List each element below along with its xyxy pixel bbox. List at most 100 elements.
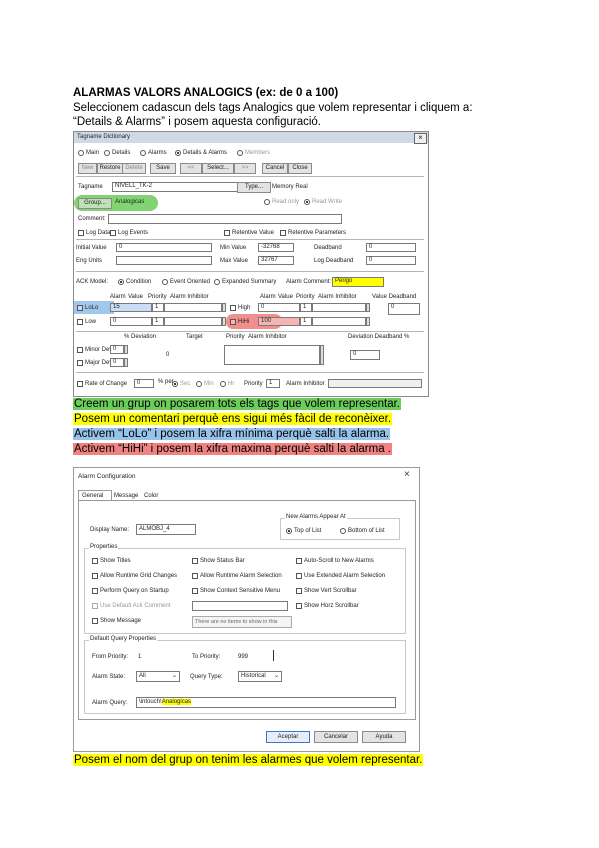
ok-button[interactable]: Aceptar — [266, 731, 310, 743]
tab-color[interactable]: Color — [144, 493, 158, 500]
cancel-button[interactable]: Cancel — [262, 163, 288, 174]
deviation-priority-box[interactable] — [224, 345, 320, 365]
radio-details-alarms[interactable] — [175, 150, 181, 156]
top-of-list-radio[interactable] — [286, 528, 292, 534]
allow-alarm-selection-check[interactable] — [192, 573, 198, 579]
initial-value-field[interactable]: 0 — [116, 243, 212, 252]
new-button[interactable]: New — [78, 163, 97, 174]
prev-button[interactable]: << — [180, 163, 202, 174]
log-events-check[interactable] — [110, 230, 116, 236]
major-deviation-check[interactable] — [77, 360, 83, 366]
help-button[interactable]: Ayuda — [362, 731, 406, 743]
note-green: Creem un grup on posarem tots els tags q… — [73, 398, 402, 410]
deviation-deadband-field[interactable]: 0 — [350, 350, 380, 360]
radio-alarms[interactable] — [140, 150, 146, 156]
default-ack-check[interactable] — [92, 603, 98, 609]
ack-condition-radio[interactable] — [118, 279, 124, 285]
alarm-query-field[interactable]: \intouch!Analogicas — [136, 697, 396, 708]
delete-button[interactable]: Delete — [122, 163, 146, 174]
query-startup-check[interactable] — [92, 588, 98, 594]
ack-event-radio[interactable] — [162, 279, 168, 285]
min-value-field[interactable]: -32768 — [258, 243, 294, 252]
retentive-params-check[interactable] — [280, 230, 286, 236]
roc-sec-radio[interactable] — [172, 381, 178, 387]
lolo-priority-field[interactable]: 1 — [152, 303, 164, 312]
radio-details[interactable] — [104, 150, 110, 156]
ack-comment-field[interactable] — [192, 601, 288, 611]
hihi-value-field[interactable]: 100 — [258, 317, 300, 326]
radio-alarms-label: Alarms — [148, 150, 167, 156]
roc-min-radio[interactable] — [196, 381, 202, 387]
alarm-state-select[interactable]: All ⌄ — [136, 671, 180, 682]
retentive-value-check[interactable] — [224, 230, 230, 236]
high-priority-field[interactable]: 1 — [300, 303, 312, 312]
next-button[interactable]: >> — [234, 163, 256, 174]
low-priority-field[interactable]: 1 — [152, 317, 164, 326]
roc-priority-field[interactable]: 1 — [266, 379, 280, 388]
max-value-field[interactable]: 32767 — [258, 256, 294, 265]
tagname-field[interactable]: NIVELL_TK-2 — [112, 182, 238, 192]
high-inhibitor-field[interactable] — [312, 303, 366, 312]
log-data-check[interactable] — [78, 230, 84, 236]
display-name-field[interactable]: ALMOBJ_4 — [136, 524, 196, 535]
minor-deviation-check[interactable] — [77, 347, 83, 353]
deadband-field[interactable]: 0 — [366, 243, 416, 252]
roc-label: Rate of Change — [85, 381, 128, 387]
readwrite-radio[interactable] — [304, 199, 310, 205]
roc-inhibitor-field[interactable] — [328, 379, 422, 388]
radio-main-label: Main — [86, 150, 100, 156]
minor-deviation-field[interactable]: 0 — [110, 345, 124, 354]
comment-field[interactable] — [108, 214, 342, 224]
major-deviation-field[interactable]: 0 — [110, 358, 124, 367]
type-button[interactable]: Type... — [237, 182, 271, 193]
restore-button[interactable]: Restore — [97, 163, 123, 174]
radio-main[interactable] — [78, 150, 84, 156]
extended-selection-check[interactable] — [296, 573, 302, 579]
tagdict-close-button[interactable]: × — [414, 133, 427, 144]
low-check[interactable] — [77, 319, 83, 325]
select-button[interactable]: Select... — [202, 163, 234, 174]
bottom-of-list-radio[interactable] — [340, 528, 346, 534]
horz-scrollbar-check[interactable] — [296, 603, 302, 609]
show-titles-check[interactable] — [92, 558, 98, 564]
readonly-label: Read only — [272, 199, 300, 205]
log-deadband-field[interactable]: 0 — [366, 256, 416, 265]
low-inhibitor-field[interactable] — [164, 317, 222, 326]
eng-units-field[interactable] — [116, 256, 212, 265]
high-check[interactable] — [230, 305, 236, 311]
high-value-field[interactable]: 0 — [258, 303, 300, 312]
alarm-comment-field[interactable]: Perigo — [332, 277, 384, 287]
hihi-inhibitor-field[interactable] — [312, 317, 366, 326]
query-type-select[interactable]: Historical ⌄ — [238, 671, 282, 682]
radio-members[interactable] — [237, 150, 243, 156]
close-button[interactable]: Close — [288, 163, 312, 174]
allow-grid-changes-check[interactable] — [92, 573, 98, 579]
tab-message[interactable]: Message — [114, 493, 138, 500]
auto-scroll-check[interactable] — [296, 558, 302, 564]
value-deadband-field[interactable]: 0 — [388, 303, 420, 315]
show-status-bar-check[interactable] — [192, 558, 198, 564]
group-button[interactable]: Group... — [78, 198, 112, 209]
dev-deadband-header: Deviation Deadband % — [348, 334, 410, 340]
roc-sec-label: Sec — [180, 381, 191, 387]
vert-scrollbar-check[interactable] — [296, 588, 302, 594]
to-priority-label: To Priority: — [192, 654, 221, 660]
lolo-inhibitor-field[interactable] — [164, 303, 222, 312]
hihi-priority-field[interactable]: 1 — [300, 317, 312, 326]
deviation-header: % Deviation — [124, 334, 157, 340]
readonly-radio[interactable] — [264, 199, 270, 205]
low-value-field[interactable]: 0 — [110, 317, 152, 326]
save-button[interactable]: Save — [150, 163, 176, 174]
roc-value-field[interactable]: 0 — [134, 379, 154, 388]
hihi-check[interactable] — [230, 319, 236, 325]
lolo-check[interactable] — [77, 305, 83, 311]
ack-expanded-radio[interactable] — [214, 279, 220, 285]
show-message-check[interactable] — [92, 618, 98, 624]
context-menu-check[interactable] — [192, 588, 198, 594]
roc-check[interactable] — [77, 381, 83, 387]
lolo-value-field[interactable]: 15 — [110, 303, 152, 312]
cancel-button[interactable]: Cancelar — [314, 731, 358, 743]
retentive-value-label: Retentive Value — [232, 230, 274, 236]
alarmcfg-close-button[interactable]: × — [404, 470, 410, 480]
roc-hr-radio[interactable] — [220, 381, 226, 387]
